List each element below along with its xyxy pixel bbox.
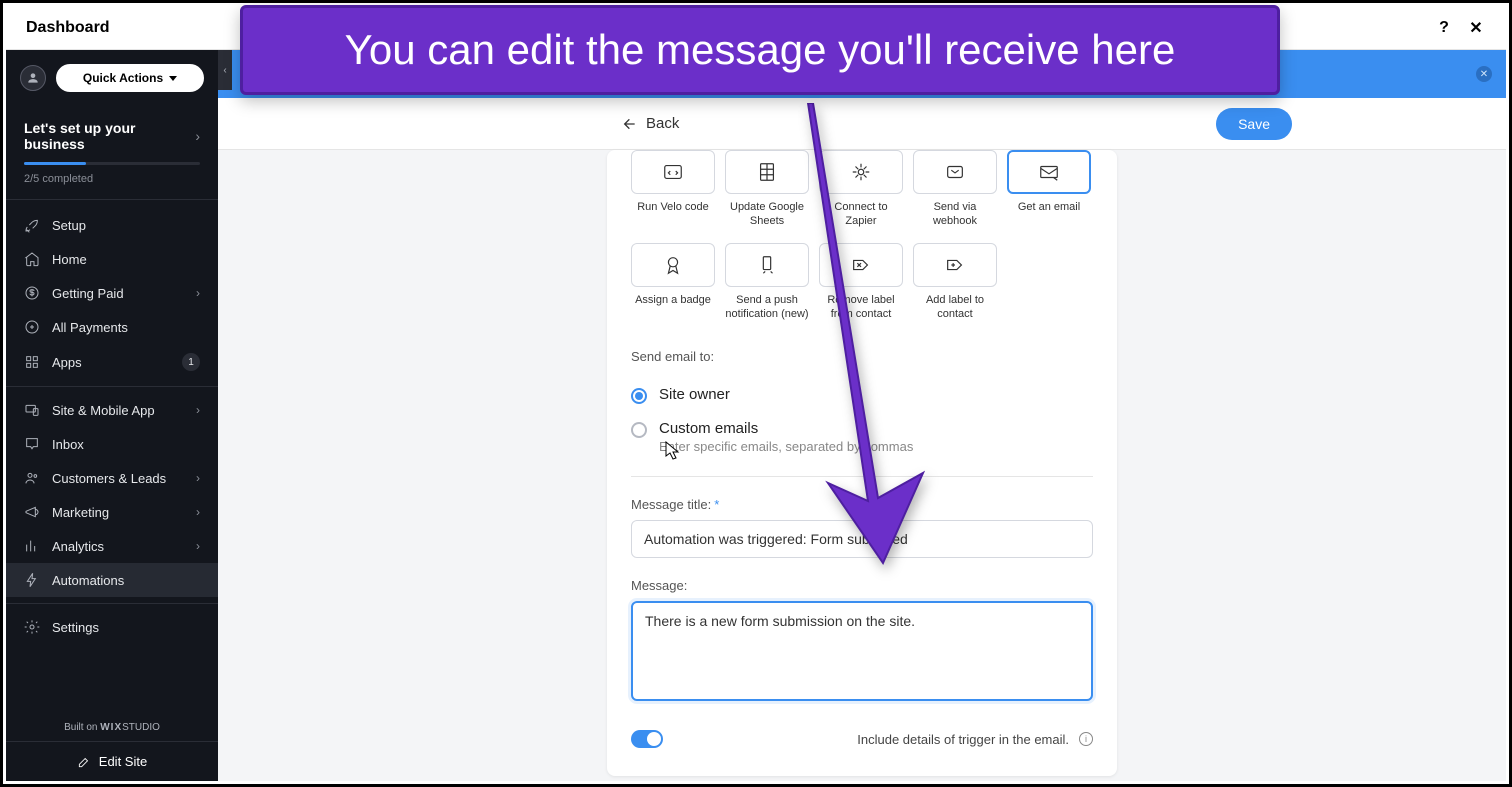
labeladd-icon (944, 254, 966, 276)
cursor-icon (665, 441, 681, 466)
devices-icon (24, 402, 40, 418)
sidebar-item-home[interactable]: Home (6, 242, 218, 276)
chevron-right-icon: › (196, 286, 200, 300)
tile-label: Get an email (1018, 200, 1080, 228)
setup-card[interactable]: Let's set up your business › 2/5 complet… (6, 108, 218, 200)
sidebar: Quick Actions Let's set up your business… (6, 50, 218, 781)
sidebar-item-site-mobile-app[interactable]: Site & Mobile App › (6, 393, 218, 427)
chevron-right-icon: › (196, 505, 200, 519)
nav-divider (6, 603, 218, 604)
tile-label: Run Velo code (637, 200, 709, 228)
grid-icon (24, 354, 40, 370)
message-textarea[interactable] (631, 601, 1093, 701)
quick-actions-label: Quick Actions (83, 71, 163, 85)
bolt-icon (24, 572, 40, 588)
annotation-callout: You can edit the message you'll receive … (240, 5, 1280, 95)
banner-close-icon[interactable]: ✕ (1476, 66, 1492, 82)
back-label: Back (646, 115, 679, 132)
tile-assign-a-badge[interactable]: Assign a badge (631, 243, 715, 322)
built-on-label: Built on WIXSTUDIO (6, 714, 218, 741)
save-button[interactable]: Save (1216, 108, 1292, 140)
rocket-icon (24, 217, 40, 233)
gear-icon (24, 619, 40, 635)
toggle-label: Include details of trigger in the email. (857, 732, 1069, 747)
nav-label: Setup (52, 218, 86, 233)
nav-label: Site & Mobile App (52, 403, 155, 418)
chart-icon (24, 538, 40, 554)
page-title: Dashboard (26, 19, 110, 37)
progress-bar (24, 162, 200, 165)
tile-run-velo-code[interactable]: Run Velo code (631, 150, 715, 229)
radio-icon (631, 388, 647, 404)
nav-label: Home (52, 252, 87, 267)
progress-text: 2/5 completed (24, 173, 200, 185)
dollar2-icon (24, 319, 40, 335)
nav: Setup Home Getting Paid › All Payments Apps 1 S… (6, 200, 218, 652)
close-icon[interactable]: ✕ (1466, 18, 1486, 38)
tile-label: Assign a badge (635, 293, 711, 321)
inbox-icon (24, 436, 40, 452)
badge-icon (662, 254, 684, 276)
nav-label: All Payments (52, 320, 128, 335)
nav-label: Marketing (52, 505, 109, 520)
chevron-right-icon: › (196, 471, 200, 485)
nav-label: Getting Paid (52, 286, 124, 301)
edit-site-button[interactable]: Edit Site (6, 741, 218, 781)
email-icon (1038, 161, 1060, 183)
sidebar-item-all-payments[interactable]: All Payments (6, 310, 218, 344)
chevron-right-icon: › (195, 128, 200, 144)
include-details-toggle[interactable] (631, 730, 663, 748)
chevron-right-icon: › (196, 403, 200, 417)
sidebar-item-apps[interactable]: Apps 1 (6, 344, 218, 380)
avatar[interactable] (20, 65, 46, 91)
help-icon[interactable]: ? (1434, 18, 1454, 38)
nav-label: Settings (52, 620, 99, 635)
nav-divider (6, 386, 218, 387)
nav-label: Apps (52, 355, 82, 370)
message-field-label: Message: (631, 578, 1093, 593)
users-icon (24, 470, 40, 486)
nav-label: Automations (52, 573, 124, 588)
annotation-arrow-icon (783, 103, 943, 578)
back-button[interactable]: Back (622, 115, 679, 132)
sidebar-item-customers-leads[interactable]: Customers & Leads › (6, 461, 218, 495)
sidebar-collapse-button[interactable]: ‹ (218, 50, 232, 90)
sidebar-item-analytics[interactable]: Analytics › (6, 529, 218, 563)
push-icon (756, 254, 778, 276)
tile-get-an-email[interactable]: Get an email (1007, 150, 1091, 229)
nav-label: Customers & Leads (52, 471, 166, 486)
chevron-down-icon (169, 76, 177, 81)
sidebar-item-automations[interactable]: Automations (6, 563, 218, 597)
sidebar-item-getting-paid[interactable]: Getting Paid › (6, 276, 218, 310)
quick-actions-button[interactable]: Quick Actions (56, 64, 204, 92)
home-icon (24, 251, 40, 267)
radio-icon (631, 422, 647, 438)
megaphone-icon (24, 504, 40, 520)
sheets-icon (756, 161, 778, 183)
setup-title: Let's set up your business (24, 120, 195, 152)
sidebar-item-setup[interactable]: Setup (6, 208, 218, 242)
nav-badge: 1 (182, 353, 200, 371)
sidebar-item-settings[interactable]: Settings (6, 610, 218, 644)
code-icon (662, 161, 684, 183)
dollar-icon (24, 285, 40, 301)
nav-label: Inbox (52, 437, 84, 452)
nav-label: Analytics (52, 539, 104, 554)
edit-site-label: Edit Site (99, 754, 147, 769)
sidebar-item-marketing[interactable]: Marketing › (6, 495, 218, 529)
chevron-right-icon: › (196, 539, 200, 553)
radio-owner-label: Site owner (659, 386, 730, 403)
sidebar-item-inbox[interactable]: Inbox (6, 427, 218, 461)
webhook-icon (944, 161, 966, 183)
info-icon[interactable]: i (1079, 732, 1093, 746)
